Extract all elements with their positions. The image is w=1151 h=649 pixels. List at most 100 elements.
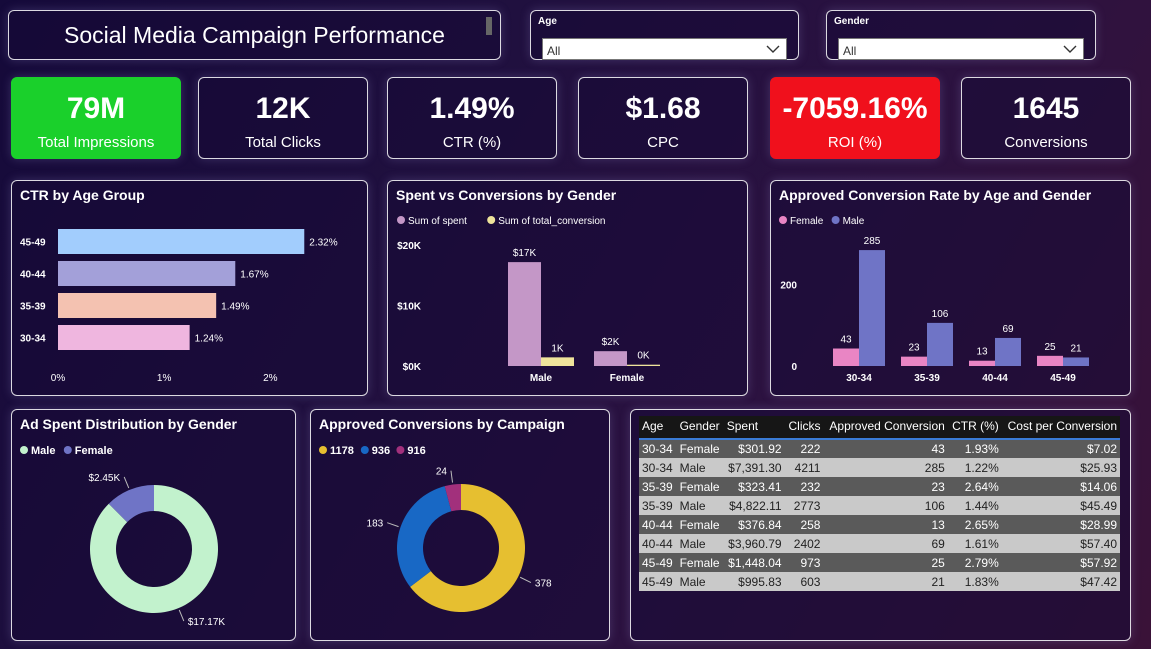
column-header[interactable]: Age [639, 416, 677, 440]
table-cell: 1.61% [947, 534, 1002, 553]
kpi-roi: -7059.16% ROI (%) [770, 77, 940, 159]
table-row[interactable]: 35-39 Female $323.41 232 23 2.64% $14.06 [639, 477, 1120, 496]
column-header[interactable]: Clicks [784, 416, 824, 440]
column-header[interactable]: Cost per Conversion [1001, 416, 1120, 440]
bar-data-label: 69 [1002, 324, 1014, 335]
table-row[interactable]: 30-34 Male $7,391.30 4211 285 1.22% $25.93 [639, 458, 1120, 477]
age-gender-bar[interactable] [859, 250, 885, 366]
legend-label: Male [843, 216, 865, 227]
kpi-label: ROI (%) [827, 134, 883, 151]
gender-slicer-label: Gender [834, 16, 870, 27]
leader-line [450, 470, 454, 483]
data-table: Age Gender Spent Clicks Approved Conversion C… [639, 416, 1120, 591]
y-tick-label: 0 [791, 362, 797, 373]
gender-bar[interactable] [508, 262, 541, 366]
table-cell: 1.22% [947, 458, 1002, 477]
table-cell: 45-49 [639, 572, 677, 591]
table-cell: Female [676, 477, 724, 496]
age-gender-bar[interactable] [901, 356, 927, 366]
table-cell: 2.65% [947, 515, 1002, 534]
gender-bar[interactable] [627, 364, 660, 366]
legend-marker [397, 216, 405, 224]
ctr-bar[interactable] [58, 261, 236, 286]
table-row[interactable]: 30-34 Female $301.92 222 43 1.93% $7.02 [639, 439, 1120, 458]
x-tick-label: Male [530, 373, 553, 384]
ctr-bar[interactable] [58, 293, 217, 318]
table-cell: 1.44% [947, 496, 1002, 515]
x-tick-label: 40-44 [982, 373, 1008, 384]
table-row[interactable]: 40-44 Female $376.84 258 13 2.65% $28.99 [639, 515, 1120, 534]
kpi-total-impressions: 79M Total Impressions [11, 77, 181, 159]
table-cell: 603 [784, 572, 824, 591]
age-gender-bar[interactable] [1037, 355, 1063, 366]
table-cell: 106 [823, 496, 948, 515]
age-dropdown[interactable]: All [542, 38, 787, 60]
ctr-bar[interactable] [58, 325, 190, 350]
table-cell: 1.83% [947, 572, 1002, 591]
y-tick-label: $20K [397, 241, 422, 252]
gender-bar[interactable] [541, 357, 574, 366]
bar-data-label: 106 [932, 309, 949, 320]
table-cell: 973 [784, 553, 824, 572]
age-gender-bar[interactable] [833, 348, 859, 366]
kpi-value: 1.49% [429, 92, 515, 125]
table-row[interactable]: 45-49 Male $995.83 603 21 1.83% $47.42 [639, 572, 1120, 591]
slice-data-label: $17.17K [188, 617, 226, 628]
kpi-value: 1645 [1012, 92, 1080, 125]
ctr-bar[interactable] [58, 229, 305, 254]
bar-data-label: 0K [637, 351, 650, 362]
table-cell: 23 [823, 477, 948, 496]
column-header[interactable]: CTR (%) [947, 416, 1002, 440]
legend-label: Sum of spent [408, 216, 467, 227]
table-row[interactable]: 35-39 Male $4,822.11 2773 106 1.44% $45.49 [639, 496, 1120, 515]
age-gender-bar[interactable] [969, 360, 995, 366]
kpi-value: -7059.16% [782, 92, 928, 125]
kpi-label: Conversions [1004, 134, 1088, 151]
chevron-down-icon [1063, 45, 1077, 53]
table-cell: 4211 [784, 458, 824, 477]
bar-data-label: 25 [1044, 342, 1056, 353]
ad-spent-distribution-chart: Ad Spent Distribution by Gender Male Fema… [11, 409, 296, 641]
legend-marker [319, 446, 327, 454]
legend-label: Male [31, 445, 55, 457]
table-cell: $7,391.30 [723, 458, 785, 477]
table-cell: Female [676, 439, 724, 458]
kpi-total-clicks: 12K Total Clicks [198, 77, 368, 159]
table-row[interactable]: 45-49 Female $1,448.04 973 25 2.79% $57.92 [639, 553, 1120, 572]
gender-dropdown-value: All [843, 44, 857, 58]
table-row[interactable]: 40-44 Male $3,960.79 2402 69 1.61% $57.40 [639, 534, 1120, 553]
table-cell: $376.84 [723, 515, 785, 534]
gender-dropdown[interactable]: All [838, 38, 1084, 60]
legend-label: 936 [372, 445, 390, 457]
table-cell: $57.40 [1001, 534, 1120, 553]
table-cell: $4,822.11 [723, 496, 785, 515]
y-tick-label: 200 [780, 281, 797, 292]
table-cell: 13 [823, 515, 948, 534]
column-header[interactable]: Approved Conversion [823, 416, 948, 440]
kpi-value: 79M [66, 92, 126, 125]
age-gender-bar[interactable] [927, 322, 953, 366]
table-cell: 2.64% [947, 477, 1002, 496]
title-scrollbar[interactable] [486, 17, 492, 35]
legend-label: 1178 [330, 445, 354, 457]
campaign-donut-chart: 1178 936 916 378 183 24 [319, 445, 552, 612]
legend-marker [779, 216, 787, 224]
age-gender-bar[interactable] [1063, 357, 1089, 366]
leader-line [387, 522, 399, 528]
table-cell: 40-44 [639, 534, 677, 553]
bar-data-label: $17K [513, 248, 537, 259]
column-header[interactable]: Gender [676, 416, 724, 440]
approved-conversions-campaign-chart: Approved Conversions by Campaign 1178 936… [310, 409, 610, 641]
legend-label: Female [790, 216, 824, 227]
column-header[interactable]: Spent [723, 416, 785, 440]
slice-data-label: 378 [535, 579, 552, 590]
donut-slice[interactable] [397, 486, 452, 587]
age-gender-bar[interactable] [995, 337, 1021, 366]
y-tick-label: $10K [397, 302, 422, 313]
table-cell: 258 [784, 515, 824, 534]
gender-bar[interactable] [594, 351, 627, 366]
age-slicer-label: Age [538, 16, 557, 27]
y-tick-label: $0K [403, 362, 422, 373]
legend-marker [831, 216, 840, 224]
ctr-bar-chart: 45-49 2.32% 40-44 1.67% 35-39 1.49% 30-34 1.24%… [20, 229, 338, 384]
